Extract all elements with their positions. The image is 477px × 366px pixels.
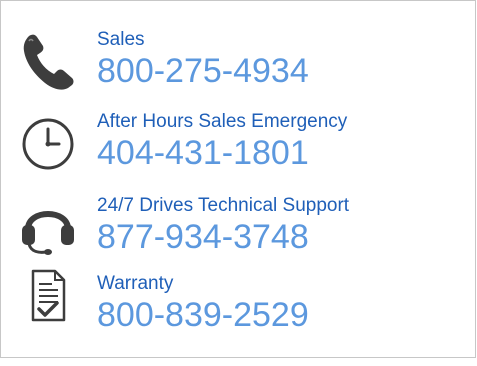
after-hours-label: After Hours Sales Emergency bbox=[97, 111, 348, 132]
clock-icon bbox=[19, 113, 77, 175]
contact-item-warranty: Warranty 800-839-2529 bbox=[1, 269, 471, 351]
tech-support-label: 24/7 Drives Technical Support bbox=[97, 195, 350, 216]
headset-icon bbox=[19, 195, 77, 257]
phone-icon bbox=[19, 29, 77, 91]
contact-item-sales: Sales 800-275-4934 bbox=[1, 25, 471, 105]
contact-item-tech-support: 24/7 Drives Technical Support 877-934-37… bbox=[1, 191, 471, 271]
contact-card: Sales 800-275-4934 After Hours Sales Eme… bbox=[0, 0, 476, 358]
warranty-label: Warranty bbox=[97, 273, 174, 294]
warranty-phone-number[interactable]: 800-839-2529 bbox=[97, 297, 309, 333]
after-hours-phone-number[interactable]: 404-431-1801 bbox=[97, 135, 309, 171]
warranty-document-icon bbox=[19, 265, 77, 327]
contact-item-after-hours: After Hours Sales Emergency 404-431-1801 bbox=[1, 107, 471, 187]
tech-support-phone-number[interactable]: 877-934-3748 bbox=[97, 219, 309, 255]
sales-label: Sales bbox=[97, 29, 145, 50]
sales-phone-number[interactable]: 800-275-4934 bbox=[97, 53, 309, 89]
